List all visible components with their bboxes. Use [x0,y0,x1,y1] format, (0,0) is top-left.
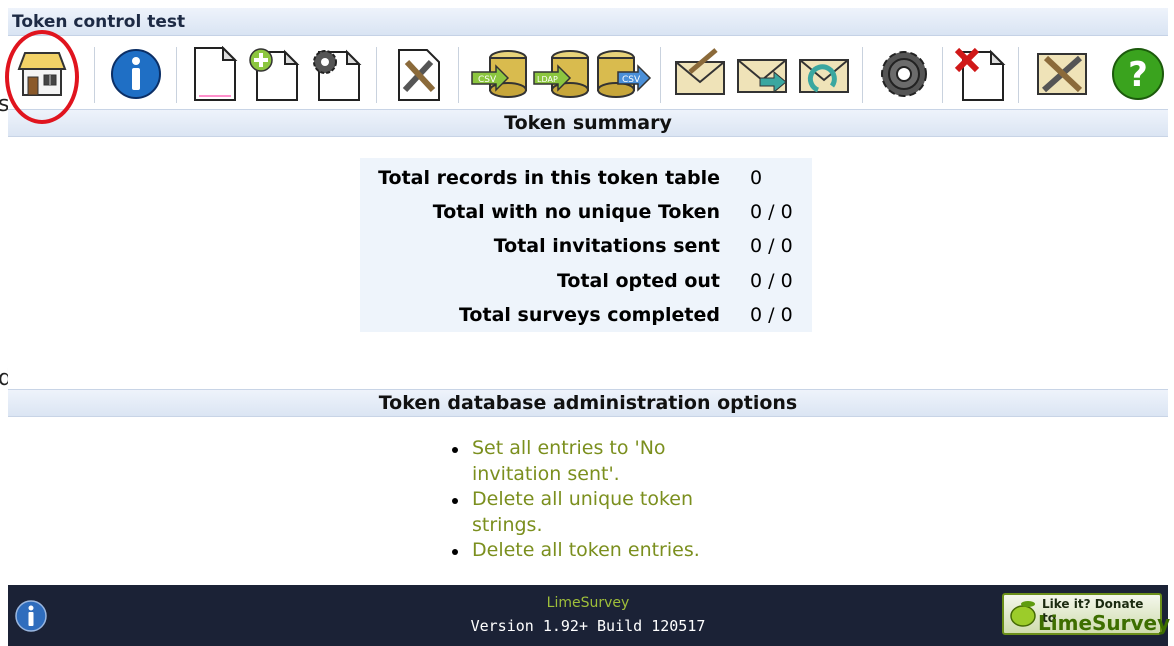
import-ldap-button[interactable]: LDAP [532,43,592,105]
summary-label: Total records in this token table [378,167,720,189]
send-invitations-button[interactable] [670,43,730,105]
donate-button[interactable]: Like it? Donate to LimeSurvey [1002,593,1170,635]
summary-value: 0 / 0 [750,304,793,326]
lime-icon [1010,601,1036,627]
bullet-icon [452,447,458,453]
bullet-icon [452,498,458,504]
token-summary-heading: Token summary [8,109,1168,137]
table-row: Total surveys completed 0 / 0 [360,298,812,332]
ldap-import-icon: LDAP [533,50,589,98]
admin-options-heading: Token database administration options [8,389,1168,417]
admin-options-list: Set all entries to 'No invitation sent'.… [448,436,748,564]
import-csv-button[interactable]: CSV [470,43,530,105]
token-summary-table: Total records in this token table 0 Tota… [360,158,812,332]
info-button[interactable] [106,43,166,105]
manage-attributes-button[interactable] [306,43,366,105]
help-icon: ? [1112,48,1164,100]
info-icon [111,49,161,99]
list-item[interactable]: Set all entries to 'No invitation sent'. [448,436,748,487]
bullet-icon [452,549,458,555]
summary-value: 0 / 0 [750,201,793,223]
edit-tools-button[interactable] [388,43,448,105]
home-icon [17,52,67,96]
reset-invitations-link[interactable]: Set all entries to 'No invitation sent'. [472,437,666,485]
summary-label: Total invitations sent [493,235,720,257]
send-reminders-button[interactable] [732,43,792,105]
table-row: Total records in this token table 0 [360,161,812,195]
admin-tools-icon [1037,53,1087,95]
token-settings-button[interactable] [874,43,934,105]
footer: LimeSurvey Version 1.92+ Build 120517 Li… [8,585,1170,646]
invite-icon [675,48,725,95]
table-row: Total with no unique Token 0 / 0 [360,195,812,229]
table-row: Total opted out 0 / 0 [360,264,812,298]
send-reminder-icon [737,59,787,94]
svg-text:LDAP: LDAP [537,75,558,84]
page-icon [194,46,238,101]
bounce-settings-button[interactable] [794,43,854,105]
window-title: Token control test [8,8,1168,36]
footer-version: Version 1.92+ Build 120517 [470,617,706,635]
page-add-icon [249,48,300,101]
export-csv-button[interactable]: CSV [594,43,654,105]
token-toolbar: CSV LDAP CSV ? [8,37,1168,112]
summary-value: 0 [750,167,763,189]
help-button[interactable]: ? [1108,43,1168,105]
delete-all-tokens-link[interactable]: Delete all token entries. [472,539,700,561]
table-row: Total invitations sent 0 / 0 [360,229,812,263]
add-token-button[interactable] [244,43,304,105]
list-item[interactable]: Delete all unique token strings. [448,487,748,538]
token-control-panel: Token control test CSV LDAP CSV ? Token … [5,8,1170,646]
summary-label: Total with no unique Token [432,201,720,223]
summary-label: Total surveys completed [459,304,720,326]
tools-icon [398,49,440,101]
delete-token-strings-link[interactable]: Delete all unique token strings. [472,488,693,536]
svg-text:?: ? [1128,55,1148,95]
bounce-icon [799,59,849,93]
footer-brand: LimeSurvey [546,595,630,611]
summary-label: Total opted out [556,270,720,292]
admin-tools-button[interactable] [1032,43,1092,105]
home-button[interactable] [12,43,72,105]
summary-value: 0 / 0 [750,235,793,257]
page-settings-icon [313,49,362,101]
donate-brand-text: LimeSurvey [1038,611,1171,635]
csv-import-icon: CSV [471,50,527,98]
gear-icon [881,51,927,97]
svg-text:CSV: CSV [478,75,497,85]
display-tokens-button[interactable] [184,43,244,105]
svg-text:CSV: CSV [622,75,641,85]
csv-export-icon: CSV [597,50,652,98]
list-item[interactable]: Delete all token entries. [448,538,748,564]
summary-value: 0 / 0 [750,270,793,292]
delete-tokens-table-button[interactable] [950,43,1010,105]
delete-page-icon [954,47,1006,101]
